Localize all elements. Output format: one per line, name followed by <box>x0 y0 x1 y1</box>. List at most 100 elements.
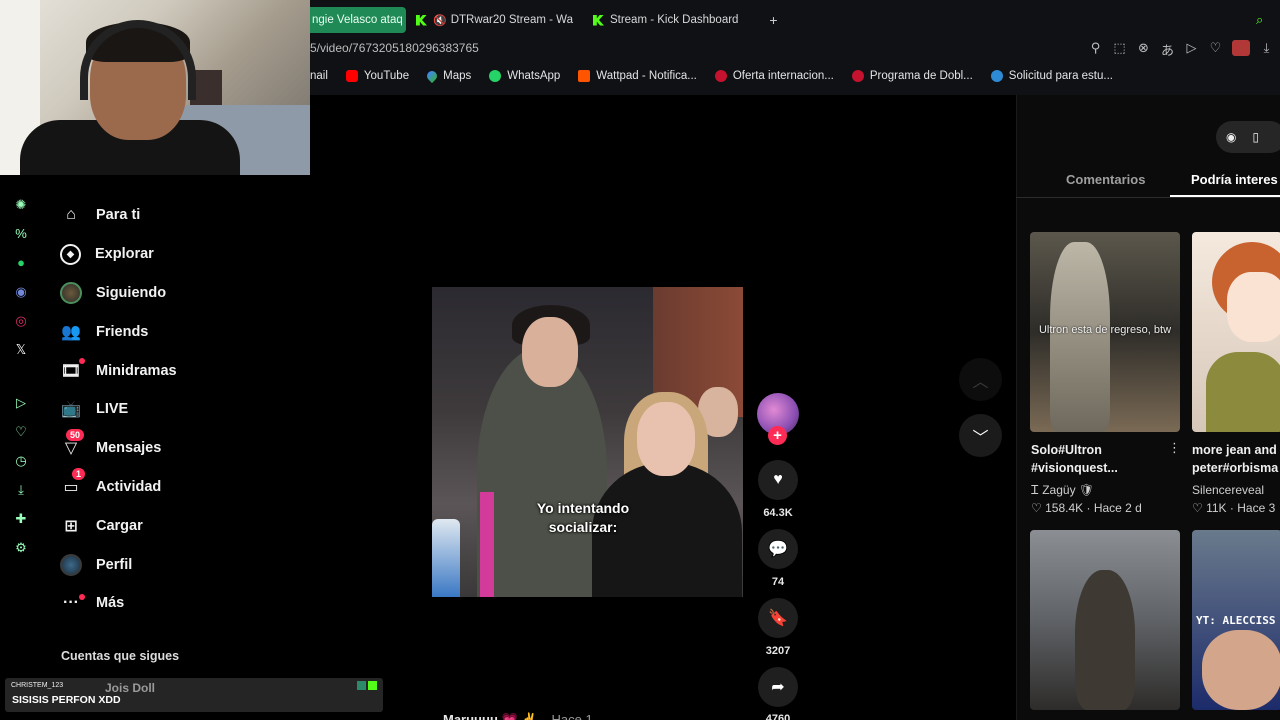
history-icon[interactable]: ◷ <box>12 451 30 470</box>
active-tab-underline <box>1170 195 1280 197</box>
tab-podria-interesarte[interactable]: Podría interes <box>1191 172 1278 187</box>
previous-video-button[interactable]: ︿ <box>959 358 1002 401</box>
follow-plus-button[interactable]: + <box>768 426 787 445</box>
video-author-line[interactable]: Maruuuu 💗 ✌️ Hace 1 <box>443 712 593 720</box>
bookmark-whatsapp[interactable]: WhatsApp <box>489 70 560 82</box>
thumbnail-caption: Ultron esta de regreso, btw <box>1038 324 1172 336</box>
related-video-thumbnail[interactable]: Ultron esta de regreso, btw <box>1030 232 1180 432</box>
related-video-author[interactable]: Silencereveal <box>1192 483 1264 497</box>
bookmark-wattpad[interactable]: Wattpad - Notifica... <box>578 70 697 82</box>
webcam-overlay <box>0 0 310 175</box>
sidebar-item-minidramas[interactable]: 🎞 Minidramas <box>60 351 260 390</box>
related-video-title[interactable]: Solo#Ultron #visionquest... <box>1031 441 1118 477</box>
translate-icon[interactable]: あ <box>1160 40 1175 59</box>
chat-message: SISISIS PERFON XDD <box>12 694 121 706</box>
new-tab-button[interactable]: + <box>764 11 782 29</box>
messages-badge: 50 <box>66 429 85 442</box>
bookmark-icon: 🔖 <box>768 610 788 627</box>
block-icon[interactable]: ⊗ <box>1136 40 1151 59</box>
save-count: 3207 <box>765 645 791 657</box>
chevron-up-icon: ︿ <box>972 373 989 391</box>
heart-icon[interactable]: ♡ <box>1208 40 1223 59</box>
more-icon: ··· <box>60 592 85 614</box>
chatgpt-icon[interactable]: ✺ <box>12 195 30 214</box>
address-bar[interactable]: 5/video/7673205180296383765 <box>310 41 479 55</box>
followed-account-name[interactable]: Jois Doll <box>105 681 155 695</box>
download-icon[interactable]: ⤓ <box>12 480 30 499</box>
next-video-button[interactable]: ﹀ <box>959 414 1002 457</box>
sidebar-item-live[interactable]: 📺 LIVE <box>60 390 260 429</box>
pin-icon[interactable]: ⚲ <box>1088 40 1103 59</box>
comment-button[interactable]: 💬 <box>758 529 798 569</box>
sidebar-item-perfil[interactable]: Perfil <box>60 545 260 584</box>
extensions-icon[interactable]: ✚ <box>12 509 30 528</box>
view-mode-toggle[interactable]: ◉ ▯ <box>1216 121 1280 153</box>
sidebar-item-para-ti[interactable]: ⌂ Para ti <box>60 196 260 235</box>
home-icon: ⌂ <box>66 206 76 224</box>
sidebar-item-mas[interactable]: ··· Más <box>60 584 260 623</box>
related-video-title[interactable]: more jean and peter#orbisma <box>1192 441 1278 477</box>
sidebar-item-explorar[interactable]: ◆ Explorar <box>60 235 260 274</box>
browser-tab-dtrwar[interactable]: 🔇 DTRwar20 Stream - Wa <box>406 7 583 33</box>
related-video-thumbnail[interactable]: YT: ALECCISS <box>1192 530 1280 710</box>
tab-comentarios[interactable]: Comentarios <box>1066 172 1145 187</box>
play-icon[interactable]: ▷ <box>1184 40 1199 59</box>
related-video-thumbnail[interactable] <box>1030 530 1180 710</box>
sidebar-item-cargar[interactable]: ⊞ Cargar <box>60 506 260 545</box>
related-video-stats: ♡ 158.4K · Hace 2 d <box>1031 501 1142 515</box>
globe-icon <box>990 70 1003 82</box>
heart-icon[interactable]: ♡ <box>12 422 30 441</box>
sidebar-item-mensajes[interactable]: ▽ 50 Mensajes <box>60 429 260 468</box>
related-video-author[interactable]: Ꮖ Zagüy 🛡 <box>1031 483 1094 498</box>
extension-avatar-icon[interactable] <box>1232 40 1250 56</box>
chevron-down-icon: ﹀ <box>972 429 989 447</box>
percent-icon[interactable]: % <box>12 224 30 243</box>
kick-icon <box>357 681 366 690</box>
sidebar-item-siguiendo[interactable]: Siguiendo <box>60 274 260 313</box>
player-icon[interactable]: ▷ <box>12 393 30 412</box>
bookmark-solicitud[interactable]: Solicitud para estu... <box>990 70 1113 82</box>
sidebar-nav: ⌂ Para ti ◆ Explorar Siguiendo 👥 Friends… <box>60 196 260 623</box>
bookmark-youtube[interactable]: YouTube <box>345 70 409 82</box>
tab-search-icon[interactable]: ⌕ <box>1256 12 1270 27</box>
settings-gear-icon[interactable]: ⚙ <box>12 538 30 557</box>
download-icon[interactable]: ⤓ <box>1259 40 1274 59</box>
related-video-thumbnail[interactable] <box>1192 232 1280 432</box>
share-button[interactable]: ➦ <box>758 667 798 707</box>
like-count: 64.3K <box>763 507 793 519</box>
inbox-icon: ▭ 1 <box>60 467 86 498</box>
maps-icon <box>425 68 440 84</box>
bookmark-mail[interactable]: nail <box>310 70 328 82</box>
thumbnail-caption: YT: ALECCISS <box>1196 614 1276 627</box>
discord-icon[interactable]: ◉ <box>12 282 30 301</box>
phone-icon[interactable]: ▯ <box>1252 130 1259 144</box>
youtube-icon <box>345 70 358 82</box>
friends-icon: 👥 <box>61 323 81 341</box>
right-panel-tabs: Comentarios Podría interes <box>1016 170 1280 198</box>
film-icon: 🎞 <box>60 357 85 382</box>
x-icon[interactable]: 𝕏 <box>12 340 30 359</box>
bookmark-programa[interactable]: Programa de Dobl... <box>851 70 973 82</box>
comment-bubble-icon: 💬 <box>768 541 788 558</box>
tab-strip: ngie Velasco ataq 🔇 DTRwar20 Stream - Wa … <box>300 6 1280 34</box>
bookmark-oferta[interactable]: Oferta internacion... <box>714 70 834 82</box>
like-button[interactable]: ♥ <box>758 460 798 500</box>
compass-icon: ◆ <box>60 243 81 265</box>
whatsapp-icon[interactable]: ● <box>12 253 30 272</box>
screenshot-icon[interactable]: ⬚ <box>1112 40 1127 59</box>
sidebar-item-actividad[interactable]: ▭ 1 Actividad <box>60 467 260 507</box>
sidebar-item-friends[interactable]: 👥 Friends <box>60 312 260 351</box>
wattpad-icon <box>578 70 591 82</box>
whatsapp-icon <box>489 70 502 82</box>
more-options-icon[interactable]: ⋮ <box>1168 440 1181 456</box>
related-video-stats: ♡ 11K · Hace 3 <box>1192 501 1276 515</box>
compass-icon[interactable]: ◉ <box>1226 130 1236 144</box>
bookmark-maps[interactable]: Maps <box>425 68 471 84</box>
mute-icon[interactable]: 🔇 <box>433 14 447 27</box>
kick-icon <box>416 14 427 26</box>
save-button[interactable]: 🔖 <box>758 598 798 638</box>
browser-tab-active[interactable]: ngie Velasco ataq <box>300 7 406 33</box>
video-player[interactable]: Yo intentando socializar: <box>432 287 743 597</box>
browser-tab-kick-dashboard[interactable]: Stream - Kick Dashboard <box>583 7 748 33</box>
instagram-icon[interactable]: ◎ <box>12 311 30 330</box>
